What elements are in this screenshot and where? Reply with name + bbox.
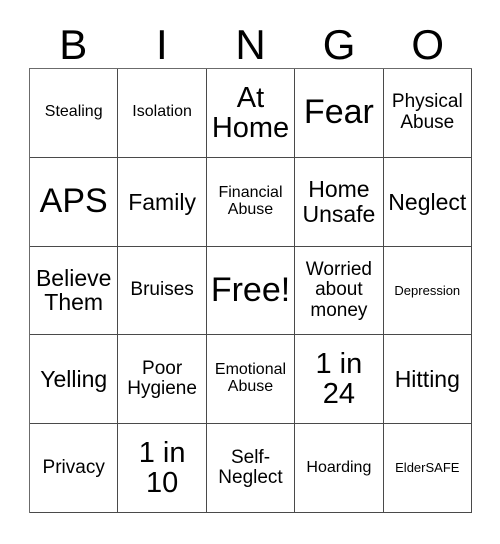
- bingo-cell-label: Hoarding: [306, 458, 372, 476]
- bingo-cell-label: Self-Neglect: [218, 446, 283, 489]
- bingo-cell[interactable]: Worried about money: [295, 246, 384, 336]
- bingo-header-letter-o: O: [411, 21, 444, 68]
- bingo-header-letter-g: G: [322, 21, 356, 68]
- bingo-cell-label: Free!: [210, 270, 291, 309]
- bingo-cell[interactable]: Neglect: [383, 157, 472, 247]
- bingo-cell-label: Financial Abuse: [218, 183, 283, 218]
- bingo-cell-label: Bruises: [130, 279, 194, 301]
- bingo-header: BINGO: [29, 18, 472, 68]
- bingo-cell-label: APS: [39, 182, 108, 221]
- bingo-cell-label: Hitting: [394, 366, 460, 393]
- bingo-cell[interactable]: APS: [30, 157, 119, 247]
- bingo-cell-label: Emotional Abuse: [214, 361, 287, 396]
- bingo-cell[interactable]: 1 in 10: [118, 424, 207, 513]
- bingo-cell-label: At Home: [211, 81, 290, 144]
- bingo-cell[interactable]: ElderSAFE: [383, 424, 472, 513]
- bingo-cell-label: 1 in 24: [315, 348, 363, 411]
- bingo-cell[interactable]: Physical Abuse: [383, 69, 472, 158]
- bingo-cell-label: Poor Hygiene: [127, 357, 197, 400]
- bingo-cell-label: ElderSAFE: [395, 460, 460, 476]
- bingo-cell-label: Fear: [303, 93, 374, 132]
- bingo-header-letter-i: I: [156, 21, 168, 68]
- bingo-cell[interactable]: Self-Neglect: [206, 424, 296, 513]
- bingo-cell-free-space[interactable]: Free!: [206, 246, 296, 336]
- bingo-cell[interactable]: Isolation: [118, 69, 207, 158]
- bingo-cell[interactable]: Financial Abuse: [206, 157, 296, 247]
- bingo-cell[interactable]: Stealing: [30, 69, 119, 158]
- bingo-cell-label: Family: [128, 188, 196, 215]
- bingo-cell-label: Worried about money: [305, 258, 372, 321]
- bingo-cell-label: Home Unsafe: [302, 176, 376, 227]
- bingo-cell-label: Depression: [394, 282, 461, 298]
- bingo-cell[interactable]: Home Unsafe: [295, 157, 384, 247]
- bingo-cell-label: Isolation: [132, 103, 192, 121]
- bingo-grid: Stealing Isolation At Home Fear Physical Abu…: [29, 68, 472, 513]
- bingo-cell[interactable]: Poor Hygiene: [118, 335, 207, 425]
- bingo-cell-label: Stealing: [44, 103, 103, 121]
- bingo-cell-label: Privacy: [42, 456, 105, 478]
- bingo-cell[interactable]: Yelling: [30, 335, 119, 425]
- bingo-cell[interactable]: Emotional Abuse: [206, 335, 296, 425]
- bingo-cell[interactable]: Family: [118, 157, 207, 247]
- bingo-cell[interactable]: Hitting: [383, 335, 472, 425]
- bingo-cell-label: Physical Abuse: [391, 91, 463, 133]
- bingo-cell[interactable]: Fear: [295, 69, 384, 158]
- bingo-card: B I N G O Stealing Isolation At Home Fear Physic…: [0, 0, 500, 544]
- bingo-cell[interactable]: 1 in 24: [295, 335, 384, 425]
- bingo-cell-label: Neglect: [388, 188, 467, 215]
- bingo-cell-label: 1 in 10: [138, 436, 186, 500]
- bingo-cell[interactable]: Depression: [383, 246, 472, 336]
- bingo-header-letter-n: N: [235, 21, 266, 68]
- bingo-cell[interactable]: Privacy: [30, 424, 119, 513]
- bingo-cell-label: Yelling: [40, 366, 108, 393]
- bingo-cell[interactable]: Believe Them: [30, 246, 119, 336]
- bingo-cell[interactable]: At Home: [206, 69, 296, 158]
- bingo-cell[interactable]: Hoarding: [295, 424, 384, 513]
- bingo-header-letter-b: B: [59, 21, 88, 68]
- bingo-cell-label: Believe Them: [35, 265, 112, 316]
- bingo-cell[interactable]: Bruises: [118, 246, 207, 336]
